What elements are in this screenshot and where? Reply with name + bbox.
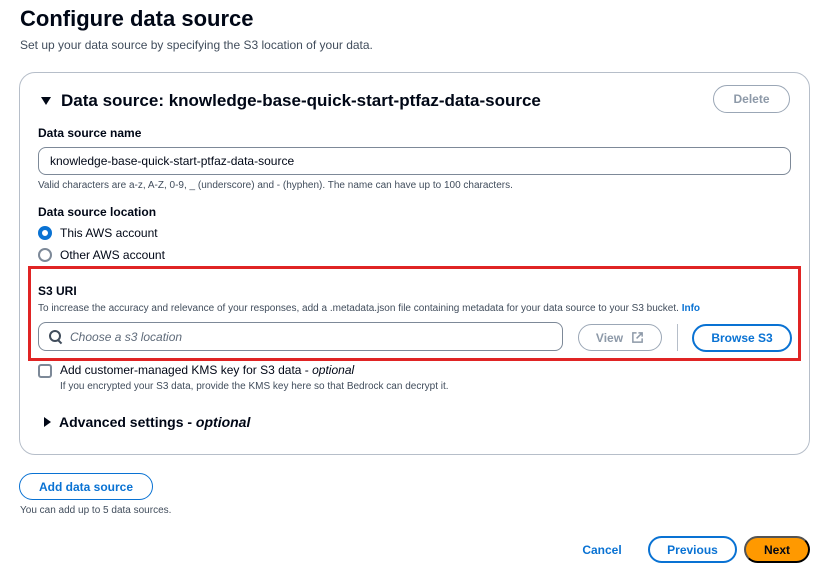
kms-label: Add customer-managed KMS key for S3 data… [60, 363, 355, 377]
s3-uri-hint-text: To increase the accuracy and relevance o… [38, 303, 679, 314]
add-data-source-hint: You can add up to 5 data sources. [20, 505, 172, 516]
next-button[interactable]: Next [744, 536, 810, 563]
caret-right-icon [44, 417, 51, 427]
advanced-settings-toggle[interactable]: Advanced settings - optional [44, 414, 250, 430]
view-label: View [595, 330, 624, 345]
s3-uri-hint: To increase the accuracy and relevance o… [38, 303, 700, 314]
button-divider [677, 324, 678, 351]
data-source-name-hint: Valid characters are a-z, A-Z, 0-9, _ (u… [38, 180, 513, 191]
info-link[interactable]: Info [682, 303, 700, 314]
data-source-name-value: knowledge-base-quick-start-ptfaz-data-so… [50, 154, 295, 168]
search-icon [49, 330, 62, 343]
page-title: Configure data source [20, 6, 254, 31]
page-description: Set up your data source by specifying th… [20, 38, 373, 52]
kms-checkbox[interactable] [38, 364, 52, 378]
radio-this-account[interactable]: This AWS account [38, 226, 158, 240]
radio-checked-icon[interactable] [38, 226, 52, 240]
previous-button[interactable]: Previous [648, 536, 737, 563]
caret-down-icon [41, 97, 51, 105]
data-source-container: Data source: knowledge-base-quick-start-… [19, 72, 810, 455]
advanced-settings-label: Advanced settings - optional [59, 414, 251, 430]
section-header-toggle[interactable]: Data source: knowledge-base-quick-start-… [41, 91, 541, 111]
s3-location-input[interactable] [70, 329, 520, 344]
radio-label: This AWS account [60, 226, 158, 240]
external-link-icon [632, 332, 643, 343]
section-title: Data source: knowledge-base-quick-start-… [61, 91, 541, 110]
delete-button[interactable]: Delete [713, 85, 790, 113]
kms-hint: If you encrypted your S3 data, provide t… [60, 381, 449, 392]
kms-key-option[interactable]: Add customer-managed KMS key for S3 data… [38, 363, 449, 392]
cancel-button[interactable]: Cancel [575, 536, 629, 563]
radio-unchecked-icon[interactable] [38, 248, 52, 262]
add-data-source-button[interactable]: Add data source [19, 473, 153, 500]
view-button[interactable]: View [578, 324, 662, 351]
s3-location-search[interactable] [38, 322, 563, 351]
radio-other-account[interactable]: Other AWS account [38, 248, 165, 262]
radio-label: Other AWS account [60, 248, 165, 262]
browse-s3-button[interactable]: Browse S3 [692, 324, 792, 352]
data-source-location-label: Data source location [38, 205, 157, 219]
data-source-name-input[interactable]: knowledge-base-quick-start-ptfaz-data-so… [38, 147, 791, 175]
data-source-name-label: Data source name [38, 126, 142, 140]
s3-uri-label: S3 URI [38, 284, 77, 298]
